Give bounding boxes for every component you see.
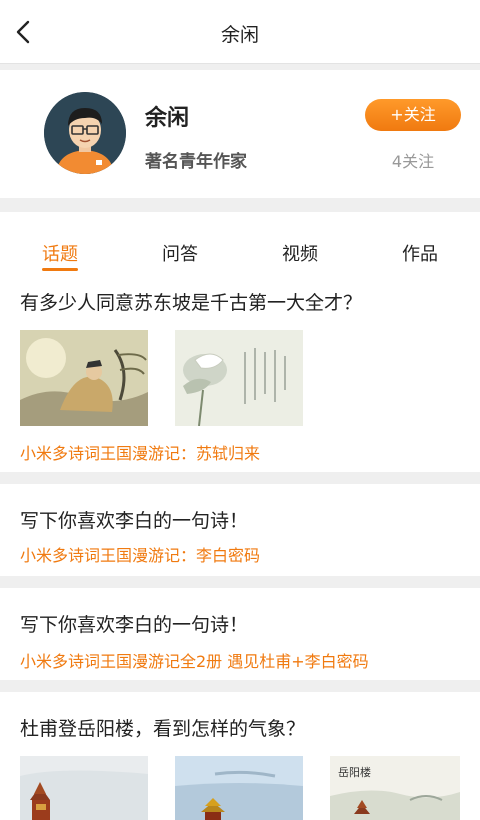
tab-active-indicator bbox=[42, 268, 78, 271]
post-image[interactable] bbox=[20, 330, 148, 426]
tab-bar: 话题 问答 视频 作品 bbox=[0, 212, 480, 272]
post-card[interactable]: 杜甫登岳阳楼，看到怎样的气象？ 岳阳楼 bbox=[0, 692, 480, 820]
post-title[interactable]: 写下你喜欢李白的一句诗！ bbox=[20, 506, 248, 533]
profile-title: 著名青年作家 bbox=[145, 152, 247, 172]
tab-topics[interactable]: 话题 bbox=[20, 240, 100, 266]
top-bar: 余闲 bbox=[0, 0, 480, 64]
post-image[interactable]: 岳阳楼 bbox=[330, 756, 460, 820]
post-image[interactable] bbox=[175, 756, 303, 820]
tab-qa[interactable]: 问答 bbox=[140, 240, 220, 266]
post-book-link[interactable]: 小米多诗词王国漫游记全2册 遇见杜甫+李白密码 bbox=[20, 648, 369, 672]
profile-card: 余闲 著名青年作家 +关注 4关注 bbox=[0, 70, 480, 198]
post-card[interactable]: 写下你喜欢李白的一句诗！ 小米多诗词王国漫游记：李白密码 bbox=[0, 484, 480, 576]
post-title[interactable]: 有多少人同意苏东坡是千古第一大全才？ bbox=[20, 288, 362, 315]
tab-works[interactable]: 作品 bbox=[380, 240, 460, 266]
post-title[interactable]: 写下你喜欢李白的一句诗！ bbox=[20, 610, 248, 637]
post-book-link[interactable]: 小米多诗词王国漫游记：李白密码 bbox=[20, 542, 260, 566]
tab-videos[interactable]: 视频 bbox=[260, 240, 340, 266]
profile-name: 余闲 bbox=[145, 106, 190, 131]
post-book-link[interactable]: 小米多诗词王国漫游记：苏轼归来 bbox=[20, 440, 260, 464]
post-image[interactable] bbox=[20, 756, 148, 820]
follow-count: 4关注 bbox=[391, 152, 435, 171]
avatar[interactable] bbox=[44, 92, 126, 174]
follow-button[interactable]: +关注 bbox=[365, 99, 461, 131]
post-image[interactable] bbox=[175, 330, 303, 426]
post-card[interactable]: 写下你喜欢李白的一句诗！ 小米多诗词王国漫游记全2册 遇见杜甫+李白密码 bbox=[0, 588, 480, 680]
post-card[interactable]: 有多少人同意苏东坡是千古第一大全才？ 小米多诗词王国漫游记：苏轼归来 bbox=[0, 272, 480, 472]
image-caption: 岳阳楼 bbox=[338, 765, 371, 779]
post-title[interactable]: 杜甫登岳阳楼，看到怎样的气象？ bbox=[20, 714, 305, 741]
page-title: 余闲 bbox=[220, 24, 259, 46]
